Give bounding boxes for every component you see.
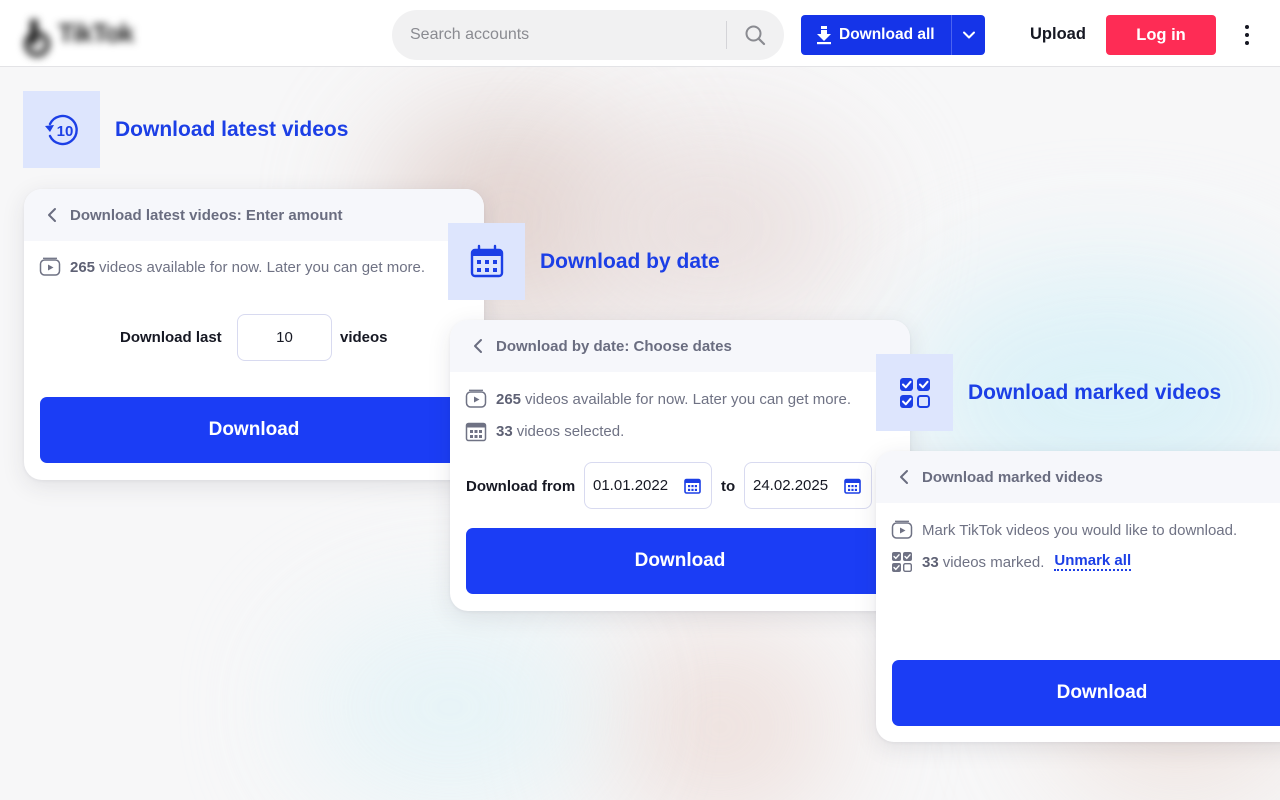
- back-button[interactable]: [42, 205, 62, 225]
- card-header-title: Download by date: Choose dates: [496, 337, 732, 355]
- instruction-text: Mark TikTok videos you would like to dow…: [922, 521, 1238, 539]
- dot: [1245, 41, 1249, 45]
- marked-info: 33 videos marked. Unmark all: [891, 550, 1132, 574]
- tiktok-logo[interactable]: TikTok: [22, 12, 162, 57]
- search-button[interactable]: [727, 10, 783, 60]
- more-options-button[interactable]: [1234, 22, 1260, 48]
- video-icon: [39, 257, 61, 276]
- card-header: Download by date: Choose dates: [450, 320, 910, 372]
- download-icon: [817, 26, 831, 45]
- replay-ten-icon: 10: [44, 114, 78, 145]
- latest-videos-icon-tile: 10: [23, 91, 100, 168]
- video-icon: [891, 520, 913, 539]
- videos-unit-label: videos: [340, 329, 388, 346]
- dot: [1245, 25, 1249, 29]
- chevron-left-icon: [900, 470, 908, 484]
- card-header-title: Download marked videos: [922, 468, 1103, 486]
- instruction-info: Mark TikTok videos you would like to dow…: [891, 518, 1237, 542]
- from-date-picker[interactable]: 01.01.2022: [584, 462, 712, 509]
- background-blob: [600, 627, 840, 800]
- top-header: TikTok Download all Uplo: [0, 0, 1280, 67]
- card-header-title: Download latest videos: Enter amount: [70, 206, 343, 224]
- to-label: to: [721, 478, 736, 495]
- by-date-card: Download by date: Choose dates 265 video…: [450, 320, 910, 611]
- available-count: 265: [70, 258, 96, 276]
- back-button[interactable]: [894, 467, 914, 487]
- latest-videos-card: Download latest videos: Enter amount 265…: [24, 189, 484, 480]
- marked-text: videos marked.: [942, 553, 1045, 571]
- marked-videos-icon-tile: [876, 354, 953, 431]
- calendar-icon: [470, 244, 503, 277]
- background-blob: [560, 127, 860, 327]
- calendar-icon: [684, 478, 701, 494]
- chevron-left-icon: [48, 208, 56, 222]
- to-date-value: 24.02.2025: [753, 477, 829, 494]
- by-date-icon-tile: [448, 223, 525, 300]
- download-last-label: Download last: [120, 329, 222, 346]
- tiktok-logo-icon: [22, 17, 52, 57]
- search-icon: [745, 25, 766, 46]
- chevron-down-icon: [962, 31, 975, 39]
- calendar-icon: [844, 478, 861, 494]
- search-input[interactable]: [392, 10, 726, 60]
- selected-count: 33: [496, 422, 513, 440]
- card-header: Download latest videos: Enter amount: [24, 189, 484, 241]
- download-from-label: Download from: [466, 478, 576, 495]
- background-blob: [300, 607, 600, 800]
- available-info: 265 videos available for now. Later you …: [465, 387, 851, 411]
- available-info: 265 videos available for now. Later you …: [39, 255, 425, 279]
- dot: [1245, 33, 1249, 37]
- from-date-value: 01.01.2022: [593, 477, 669, 494]
- upload-link[interactable]: Upload: [1030, 25, 1086, 44]
- download-options-dropdown[interactable]: [952, 15, 985, 55]
- login-button[interactable]: Log in: [1106, 15, 1216, 55]
- download-all-button[interactable]: Download all: [801, 15, 951, 55]
- download-marked-button[interactable]: Download: [892, 660, 1280, 726]
- download-all-label: Download all: [839, 26, 935, 43]
- to-date-picker[interactable]: 24.02.2025: [744, 462, 872, 509]
- icon-number: 10: [56, 123, 73, 140]
- selected-text: videos selected.: [516, 422, 625, 440]
- selected-info: 33 videos selected.: [465, 419, 624, 443]
- available-count: 265: [496, 390, 522, 408]
- search-bar: [392, 10, 784, 60]
- available-text: videos available for now. Later you can …: [525, 390, 852, 408]
- download-all-split-button: Download all: [801, 15, 985, 55]
- logo-text: TikTok: [58, 17, 134, 48]
- available-text: videos available for now. Later you can …: [99, 258, 426, 276]
- card-header: Download marked videos: [876, 451, 1280, 503]
- latest-videos-title: Download latest videos: [115, 118, 349, 141]
- back-button[interactable]: [468, 336, 488, 356]
- by-date-title: Download by date: [540, 250, 720, 273]
- download-latest-button[interactable]: Download: [40, 397, 468, 463]
- checklist-grid-icon: [899, 377, 930, 408]
- download-by-date-button[interactable]: Download: [466, 528, 894, 594]
- video-icon: [465, 389, 487, 408]
- checklist-small-icon: [892, 552, 912, 572]
- calendar-small-icon: [465, 422, 487, 442]
- video-amount-input[interactable]: [237, 314, 332, 361]
- chevron-left-icon: [474, 339, 482, 353]
- marked-videos-title: Download marked videos: [968, 381, 1222, 404]
- marked-count: 33: [922, 553, 939, 571]
- unmark-all-link[interactable]: Unmark all: [1054, 553, 1132, 571]
- marked-videos-card: Download marked videos Mark TikTok video…: [876, 451, 1280, 742]
